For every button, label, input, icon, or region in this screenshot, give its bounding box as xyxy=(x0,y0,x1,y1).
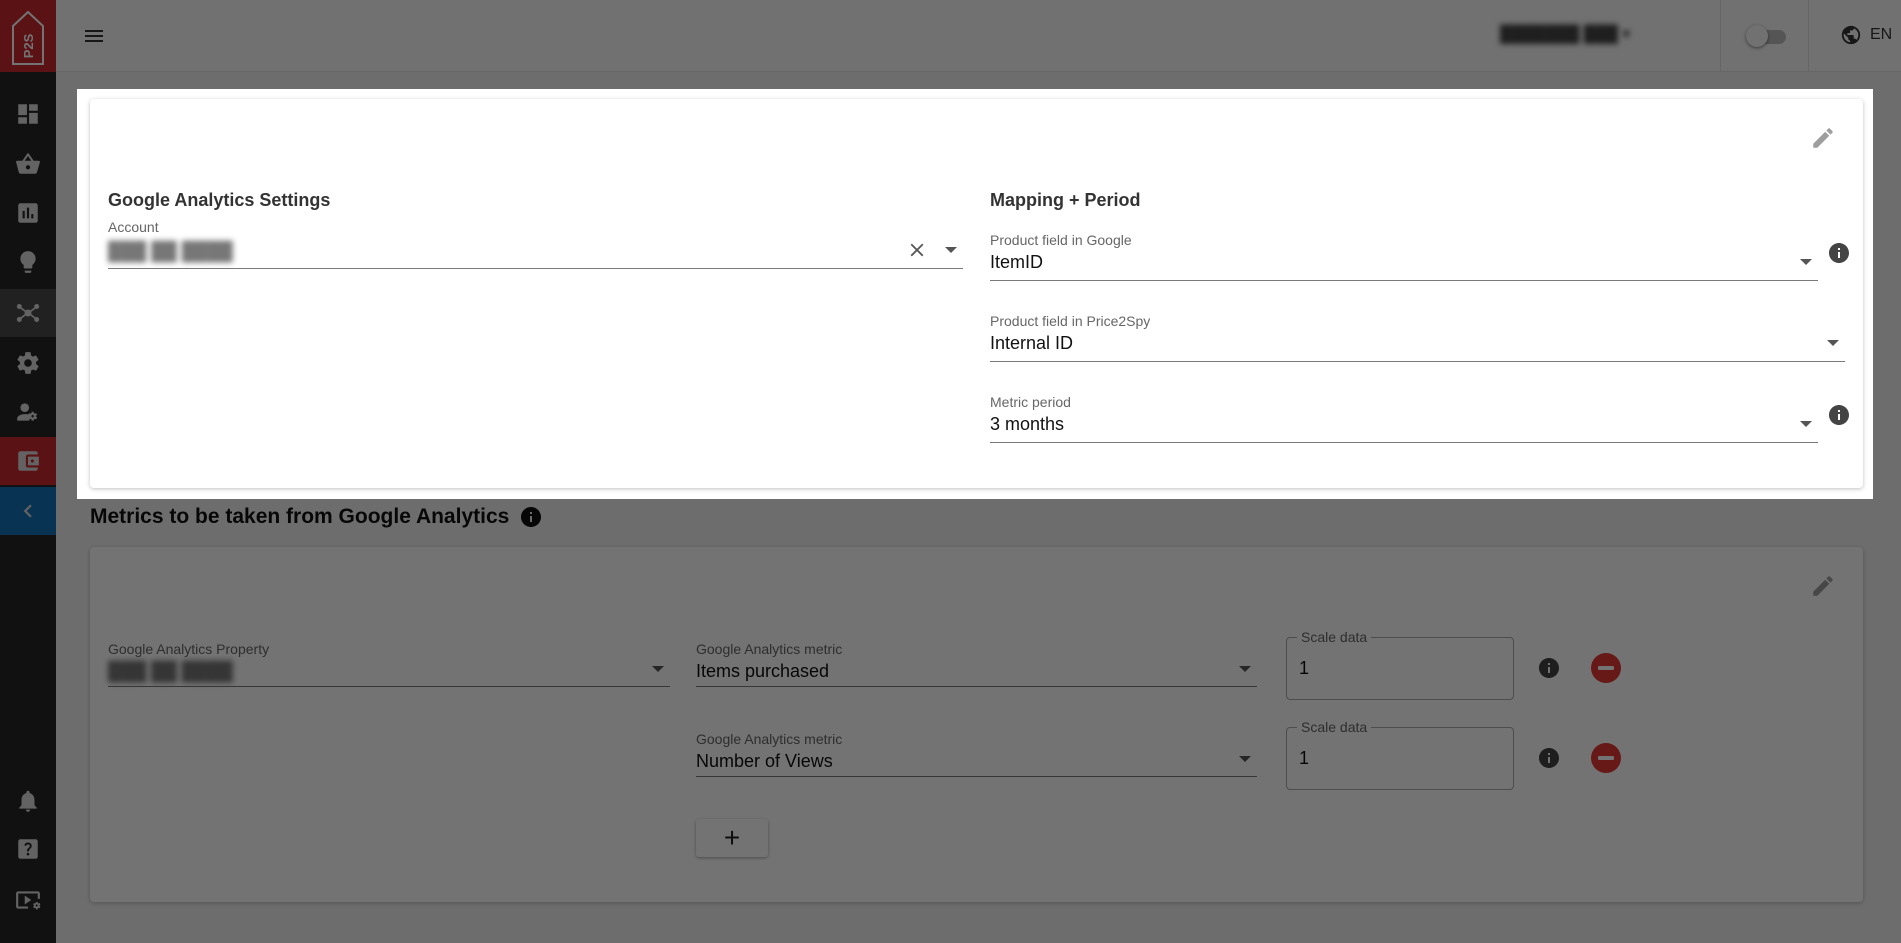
toggle-knob xyxy=(1746,25,1768,47)
metric-period-label: Metric period xyxy=(990,394,1071,410)
wallet-icon xyxy=(18,451,39,471)
account-value: ███ ██ ████ xyxy=(108,241,233,261)
svg-text:P2S: P2S xyxy=(21,33,36,58)
ga-property-label: Google Analytics Property xyxy=(108,641,270,657)
top-divider xyxy=(1720,0,1721,72)
help-icon xyxy=(18,839,38,859)
scale-data-label: Scale data xyxy=(1297,629,1372,645)
info-icon[interactable] xyxy=(519,505,543,529)
collapse-chevron-icon xyxy=(23,504,32,518)
clear-icon[interactable] xyxy=(906,239,928,261)
mapping-title: Mapping + Period xyxy=(990,190,1141,210)
ga-settings-title: Google Analytics Settings xyxy=(108,190,331,210)
google-field-value: ItemID xyxy=(990,252,1044,272)
metric-period-info-button[interactable] xyxy=(1827,403,1851,427)
dropdown-arrow-icon xyxy=(1239,666,1251,672)
ga-property-select[interactable]: Google Analytics Property ███ ██ ████ xyxy=(108,641,670,687)
scale-data-input-1[interactable]: Scale data 1 xyxy=(1286,629,1514,700)
sidebar-item-user-settings[interactable] xyxy=(0,388,56,436)
scale-info-button[interactable] xyxy=(1537,746,1561,770)
info-icon xyxy=(1829,243,1849,263)
top-bar: ███████ ███ ▾ EN xyxy=(56,0,1901,72)
sidebar-item-notifications[interactable] xyxy=(0,777,56,825)
sidebar-item-insights[interactable] xyxy=(0,238,56,286)
dropdown-arrow-icon xyxy=(1239,756,1251,762)
account-select[interactable]: Account ███ ██ ████ xyxy=(108,219,963,269)
theme-toggle[interactable] xyxy=(1746,24,1786,47)
info-icon xyxy=(1829,405,1849,425)
language-label: EN xyxy=(1870,26,1893,43)
price2spy-field-select[interactable]: Product field in Price2Spy Internal ID xyxy=(990,313,1845,362)
sidebar-item-tutorials[interactable] xyxy=(0,876,56,924)
sidebar: P2S xyxy=(0,0,56,943)
pencil-icon xyxy=(1813,576,1833,596)
top-divider xyxy=(1808,0,1809,72)
scale-data-value: 1 xyxy=(1299,658,1310,678)
sidebar-item-help[interactable] xyxy=(0,825,56,873)
metrics-card: Google Analytics Property ███ ██ ████ Go… xyxy=(90,547,1863,902)
metrics-title-text: Metrics to be taken from Google Analytic… xyxy=(90,505,510,528)
info-icon xyxy=(1539,748,1559,768)
sidebar-item-billing[interactable] xyxy=(0,437,56,485)
dashboard-icon xyxy=(18,104,38,124)
settings-edit-button[interactable] xyxy=(1810,125,1836,151)
google-field-label: Product field in Google xyxy=(990,232,1132,248)
ga-property-value: ███ ██ ████ xyxy=(108,661,233,681)
metrics-edit-button[interactable] xyxy=(1810,573,1836,599)
price2spy-field-label: Product field in Price2Spy xyxy=(990,313,1151,329)
lightbulb-icon xyxy=(20,251,36,273)
google-field-info-button[interactable] xyxy=(1827,241,1851,265)
logo[interactable]: P2S xyxy=(0,0,56,72)
ga-metric-value: Number of Views xyxy=(696,751,833,771)
bell-icon xyxy=(19,790,37,812)
sidebar-collapse-button[interactable] xyxy=(0,487,56,535)
user-menu[interactable]: ███████ ███ ▾ xyxy=(1500,24,1650,46)
add-metric-button[interactable]: + xyxy=(696,819,768,857)
menu-button[interactable] xyxy=(80,24,108,48)
integrations-icon xyxy=(16,304,40,322)
price2spy-field-value: Internal ID xyxy=(990,333,1074,353)
close-icon xyxy=(910,243,924,257)
video-settings-icon xyxy=(16,891,41,910)
sidebar-item-integrations[interactable] xyxy=(0,289,56,337)
hamburger-menu-icon xyxy=(85,30,103,42)
metrics-section-title: Metrics to be taken from Google Analytic… xyxy=(90,505,543,529)
dropdown-arrow-icon xyxy=(652,666,664,672)
dropdown-arrow-icon xyxy=(1800,259,1812,265)
google-field-select[interactable]: Product field in Google ItemID xyxy=(990,232,1818,281)
ga-metric-value: Items purchased xyxy=(696,661,830,681)
ga-metric-label: Google Analytics metric xyxy=(696,731,843,747)
remove-metric-button[interactable] xyxy=(1591,653,1621,683)
scale-info-button[interactable] xyxy=(1537,656,1561,680)
metric-period-value: 3 months xyxy=(990,414,1065,434)
pencil-icon xyxy=(1813,128,1833,148)
scale-data-label: Scale data xyxy=(1297,719,1372,735)
ga-metric-select-2[interactable]: Google Analytics metric Number of Views xyxy=(696,731,1257,777)
settings-gear-icon xyxy=(17,352,39,374)
scale-data-input-2[interactable]: Scale data 1 xyxy=(1286,719,1514,790)
account-label: Account xyxy=(108,219,159,235)
sidebar-item-products[interactable] xyxy=(0,140,56,188)
sidebar-item-settings[interactable] xyxy=(0,339,56,387)
basket-icon xyxy=(16,153,40,174)
ga-metric-select-1[interactable]: Google Analytics metric Items purchased xyxy=(696,641,1257,687)
sidebar-item-reports[interactable] xyxy=(0,189,56,237)
info-icon xyxy=(1539,658,1559,678)
dropdown-arrow-icon xyxy=(945,247,957,253)
remove-metric-button[interactable] xyxy=(1591,743,1621,773)
sidebar-item-dashboard[interactable] xyxy=(0,90,56,138)
scale-data-value: 1 xyxy=(1299,748,1310,768)
metric-period-select[interactable]: Metric period 3 months xyxy=(990,394,1818,443)
globe-icon xyxy=(1841,25,1861,45)
user-settings-icon xyxy=(17,403,38,421)
ga-metric-label: Google Analytics metric xyxy=(696,641,843,657)
dropdown-arrow-icon xyxy=(1800,421,1812,427)
dropdown-arrow-icon xyxy=(1827,340,1839,346)
language-selector[interactable]: EN xyxy=(1840,24,1892,46)
bar-chart-icon xyxy=(18,203,38,223)
p2s-logo-icon: P2S xyxy=(12,10,44,65)
ga-settings-card: Google Analytics Settings Account ███ ██… xyxy=(90,99,1863,488)
